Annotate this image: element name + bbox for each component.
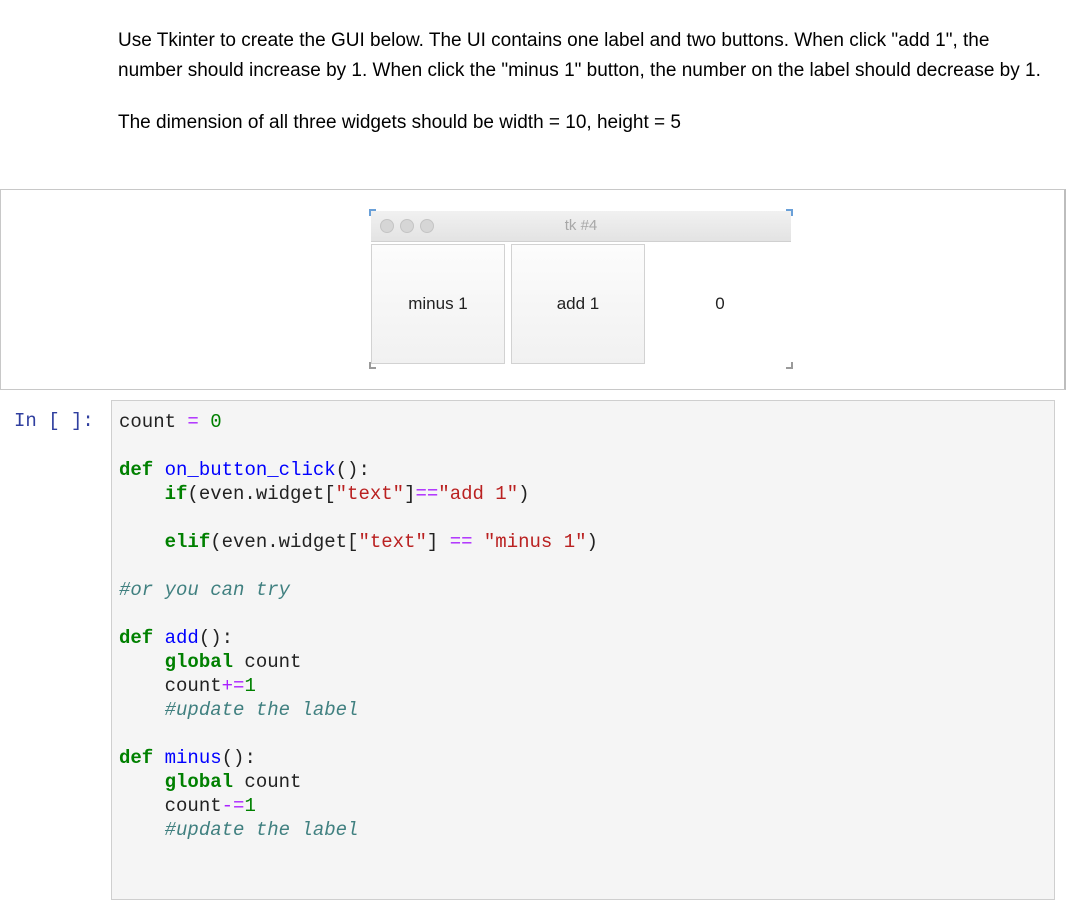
window-title: tk #4 [564,217,598,234]
code-token: (): [335,459,370,481]
tk-window-screenshot: tk #4 minus 1 add 1 0 [369,209,793,369]
code-token: 1 [244,795,256,817]
code-token: 0 [210,411,222,433]
code-line: def on_button_click(): [119,458,598,482]
code-line: count-=1 [119,794,598,818]
code-token: count [233,771,302,793]
code-token: global [164,771,234,793]
code-token: add [164,627,199,649]
code-token: "minus 1" [483,531,587,553]
code-token: if [164,483,188,505]
instruction-paragraph: Use Tkinter to create the GUI below. The… [118,30,1041,81]
code-token: "text" [335,483,405,505]
code-comment: #update the label [164,819,359,841]
code-token: minus [164,747,222,769]
code-line: #or you can try [119,578,598,602]
code-line: if(even.widget["text"]=="add 1") [119,482,598,506]
code-line: #update the label [119,698,598,722]
code-cell-editor[interactable]: count = 0 def on_button_click(): if(even.… [111,400,1055,900]
code-token: ] [426,531,450,553]
code-token: count [119,675,222,697]
code-line: def add(): [119,626,598,650]
selection-corner-bottom-right [786,362,793,369]
code-token: (): [221,747,256,769]
code-line: #update the label [119,818,598,842]
code-token: def [119,627,154,649]
cell-prompt: In [ ]: [14,410,94,432]
code-token: "text" [358,531,427,553]
code-token: (even.widget[ [187,483,336,505]
code-token: = [176,411,211,433]
code-token: on_button_click [164,459,336,481]
code-token: (even.widget[ [210,531,359,553]
code-token: count [119,795,222,817]
code-token: ] [404,483,416,505]
add-1-button[interactable]: add 1 [511,244,645,364]
code-token: += [221,675,245,697]
code-token: count [233,651,302,673]
code-comment: #or you can try [119,579,291,601]
code-comment: #update the label [164,699,359,721]
code-line: global count [119,770,598,794]
code-token: (): [198,627,234,649]
code-token: ) [586,531,598,553]
code-line: count = 0 [119,410,598,434]
code-token: elif [164,531,211,553]
code-token: global [164,651,234,673]
count-label: 0 [715,294,725,313]
code-text: count = 0 def on_button_click(): if(even.… [119,410,598,842]
minus-1-button[interactable]: minus 1 [371,244,505,364]
code-line: count+=1 [119,674,598,698]
code-line: def minus(): [119,746,598,770]
code-token: == [449,531,473,553]
code-token: 1 [244,675,256,697]
code-line: elif(even.widget["text"] == "minus 1") [119,530,598,554]
code-token: def [119,459,154,481]
code-token: "add 1" [438,483,519,505]
code-token: -= [221,795,245,817]
code-token: def [119,747,154,769]
code-token: ) [518,483,530,505]
window-titlebar: tk #4 [371,211,791,242]
code-line: global count [119,650,598,674]
markdown-instructions: Use Tkinter to create the GUI below. The… [118,26,1058,138]
dimension-paragraph: The dimension of all three widgets shoul… [118,112,681,133]
code-token: == [415,483,439,505]
code-token: count [119,411,177,433]
